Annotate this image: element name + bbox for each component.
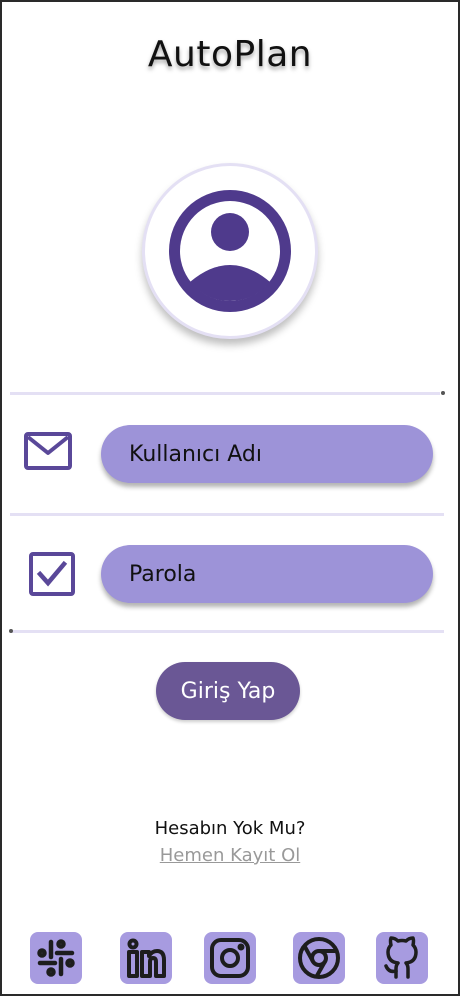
no-account-text: Hesabın Yok Mu?: [154, 818, 306, 839]
username-field[interactable]: Kullanıcı Adı: [101, 425, 433, 483]
github-icon: [384, 936, 418, 979]
user-avatar-icon: [169, 190, 291, 312]
chrome-icon: [298, 937, 340, 979]
mail-icon: [24, 432, 72, 470]
divider-middle: [10, 513, 444, 516]
username-placeholder: Kullanıcı Adı: [129, 441, 262, 467]
app-title: AutoPlan: [147, 34, 313, 75]
divider-top: [10, 392, 440, 395]
github-button[interactable]: [376, 932, 428, 984]
divider-dot: [441, 391, 445, 395]
checkbox-icon: [29, 552, 75, 596]
slack-icon: [37, 939, 75, 977]
login-screen: AutoPlan Kullanıcı Adı Parola Giriş Yap …: [0, 0, 460, 996]
password-placeholder: Parola: [129, 561, 197, 587]
password-field[interactable]: Parola: [101, 545, 433, 603]
slack-button[interactable]: [30, 932, 82, 984]
divider-bottom: [10, 630, 444, 633]
chrome-button[interactable]: [293, 932, 345, 984]
instagram-button[interactable]: [204, 932, 256, 984]
divider-dot: [9, 629, 13, 633]
linkedin-button[interactable]: [120, 932, 172, 984]
avatar: [142, 163, 318, 339]
instagram-icon: [210, 938, 250, 978]
login-button[interactable]: Giriş Yap: [156, 662, 300, 720]
linkedin-icon: [127, 938, 166, 978]
register-link[interactable]: Hemen Kayıt Ol: [2, 845, 458, 866]
